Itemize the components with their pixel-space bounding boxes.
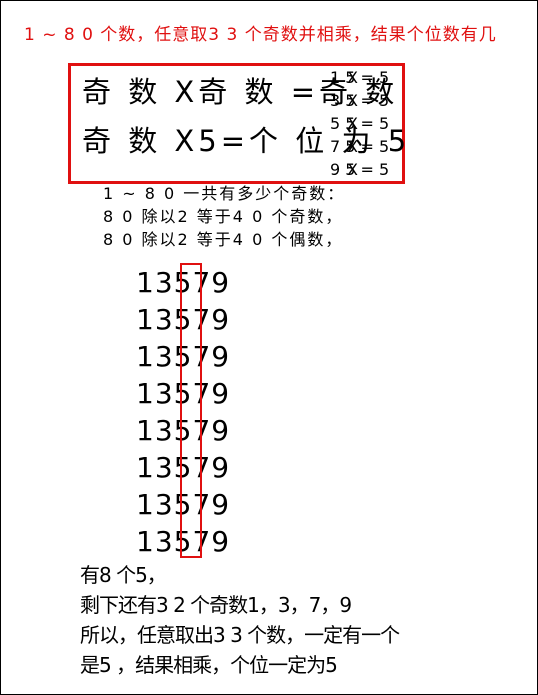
times-sign: X [347, 114, 358, 133]
conclusion-line: 是5 ，结果相乘，个位一定为5 [80, 653, 338, 677]
count-line: 8 0 除以2 等于4 0 个奇数， [103, 207, 344, 226]
product-row: 3 5 = 5 [330, 91, 390, 110]
product-row: 5 5 = 5 [330, 114, 390, 133]
times-sign: X [347, 160, 358, 179]
five-column-highlight [180, 263, 202, 558]
count-line: 1 ~ 8 0 一共有多少个奇数： [103, 184, 346, 203]
conclusion-line: 所以，任意取出3 3 个数，一定有一个 [80, 623, 400, 647]
times-sign: X [347, 68, 358, 87]
product-row: 9 5 = 5 [330, 160, 390, 179]
count-line: 8 0 除以2 等于4 0 个偶数， [103, 230, 344, 249]
times-sign: X [347, 91, 358, 110]
problem-title: 1 ~ 8 0 个数，任意取3 3 个奇数并相乘，结果个位数有几 [24, 25, 497, 45]
product-row: 1 5 = 5 [330, 68, 390, 87]
conclusion-line: 有8 个5， [80, 563, 167, 587]
times-sign: X [347, 137, 358, 156]
conclusion-line: 剩下还有3 2 个奇数1，3，7，9 [80, 593, 352, 617]
product-row: 7 5 = 5 [330, 137, 390, 156]
